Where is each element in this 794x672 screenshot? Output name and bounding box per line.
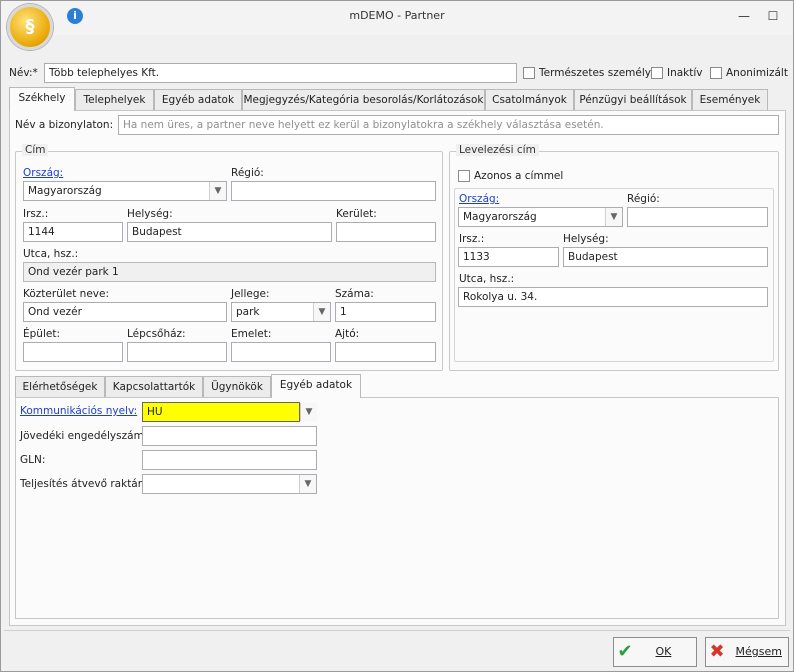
tab-sites[interactable]: Telephelyek (75, 89, 154, 110)
check-icon: ✔ (617, 641, 633, 662)
number-label: Száma: (335, 288, 374, 300)
district-label: Kerület: (336, 208, 377, 220)
comm-lang-link[interactable]: Kommunikációs nyelv: (20, 405, 137, 417)
inactive-label: Inaktív (667, 67, 703, 79)
number-field[interactable]: 1 (335, 302, 436, 322)
doc-name-field[interactable]: Ha nem üres, a partner neve helyett ez k… (118, 115, 779, 135)
app-logo-icon[interactable]: § (7, 4, 53, 50)
same-as-address-checkbox[interactable] (458, 170, 470, 182)
tab-attachments[interactable]: Csatolmányok (485, 89, 574, 110)
mailing-street-label: Utca, hsz.: (459, 273, 515, 285)
public-area-label: Közterület neve: (23, 288, 110, 300)
city-label: Helység: (127, 208, 173, 220)
footer-divider (4, 630, 790, 631)
natural-person-label: Természetes személy (539, 67, 651, 79)
staircase-field[interactable] (127, 342, 227, 362)
door-label: Ajtó: (335, 328, 360, 340)
region-field[interactable] (231, 181, 436, 201)
subtab-contact-persons[interactable]: Kapcsolattartók (105, 376, 203, 397)
mailing-region-field[interactable] (627, 207, 768, 227)
floor-field[interactable] (231, 342, 331, 362)
anonymized-checkbox[interactable] (710, 67, 722, 79)
cancel-button[interactable]: ✖ Mégsem (705, 637, 789, 667)
doc-name-label: Név a bizonylaton: (15, 119, 114, 131)
chevron-down-icon[interactable]: ▼ (313, 303, 330, 321)
city-field[interactable]: Budapest (127, 222, 332, 242)
subtab-contacts-info[interactable]: Elérhetőségek (15, 376, 105, 397)
ok-label: OK (655, 645, 672, 658)
window-title: mDEMO - Partner (349, 9, 445, 22)
street-field: Ond vezér park 1 (23, 262, 436, 282)
close-icon: ✖ (709, 641, 725, 662)
street-label: Utca, hsz.: (23, 248, 79, 260)
tab-other-data[interactable]: Egyéb adatok (154, 89, 242, 110)
mailing-city-field[interactable]: Budapest (563, 247, 768, 267)
subtab-other-data[interactable]: Egyéb adatok (271, 374, 361, 398)
ok-button[interactable]: ✔ OK (613, 637, 697, 667)
tab-notes-categories[interactable]: Megjegyzés/Kategória besorolás/Korlátozá… (242, 89, 485, 110)
country-select[interactable]: Magyarország (23, 181, 227, 201)
same-as-address-label: Azonos a címmel (474, 170, 564, 182)
chevron-down-icon[interactable]: ▼ (300, 403, 317, 421)
public-area-field[interactable]: Ond vezér (23, 302, 227, 322)
region-label: Régió: (231, 167, 264, 179)
building-label: Épület: (23, 328, 60, 340)
gln-label: GLN: (20, 454, 46, 466)
natural-person-checkbox[interactable] (523, 67, 535, 79)
subtab-agents[interactable]: Ügynökök (203, 376, 271, 397)
mailing-region-label: Régió: (627, 193, 660, 205)
staircase-label: Lépcsőház: (127, 328, 186, 340)
chevron-down-icon[interactable]: ▼ (299, 475, 316, 493)
anonymized-label: Anonimizált (726, 67, 788, 79)
info-icon[interactable]: i (67, 8, 83, 24)
mailing-zip-label: Irsz.: (459, 233, 485, 245)
gln-field[interactable] (142, 450, 317, 470)
cancel-label: Mégsem (735, 645, 782, 658)
type-label: Jellege: (231, 288, 270, 300)
mailing-group-title: Levelezési cím (456, 144, 539, 156)
inactive-checkbox[interactable] (651, 67, 663, 79)
comm-lang-select[interactable]: HU (142, 402, 300, 422)
floor-label: Emelet: (231, 328, 272, 340)
zip-label: Irsz.: (23, 208, 49, 220)
mailing-street-field[interactable]: Rokolya u. 34. (458, 287, 768, 307)
chevron-down-icon[interactable]: ▼ (605, 208, 622, 226)
door-field[interactable] (335, 342, 436, 362)
maximize-button[interactable]: ☐ (764, 6, 782, 26)
name-label: Név:* (9, 67, 38, 79)
district-field[interactable] (336, 222, 436, 242)
zip-field[interactable]: 1144 (23, 222, 123, 242)
country-link[interactable]: Ország: (23, 167, 63, 179)
address-group-title: Cím (22, 144, 49, 156)
tab-seat[interactable]: Székhely (9, 87, 75, 111)
minimize-button[interactable]: — (735, 6, 753, 26)
excise-label: Jövedéki engedélyszám: (20, 430, 148, 442)
name-field[interactable]: Több telephelyes Kft. (44, 63, 517, 83)
warehouse-label: Teljesítés átvevő raktár: (20, 478, 146, 490)
mailing-country-link[interactable]: Ország: (459, 193, 499, 205)
excise-field[interactable] (142, 426, 317, 446)
chevron-down-icon[interactable]: ▼ (209, 182, 226, 200)
building-field[interactable] (23, 342, 123, 362)
mailing-zip-field[interactable]: 1133 (458, 247, 559, 267)
tab-finance-settings[interactable]: Pénzügyi beállítások (574, 89, 692, 110)
mailing-country-select[interactable]: Magyarország (458, 207, 623, 227)
warehouse-select[interactable] (142, 474, 317, 494)
tab-events[interactable]: Események (692, 89, 768, 110)
mailing-city-label: Helység: (563, 233, 609, 245)
